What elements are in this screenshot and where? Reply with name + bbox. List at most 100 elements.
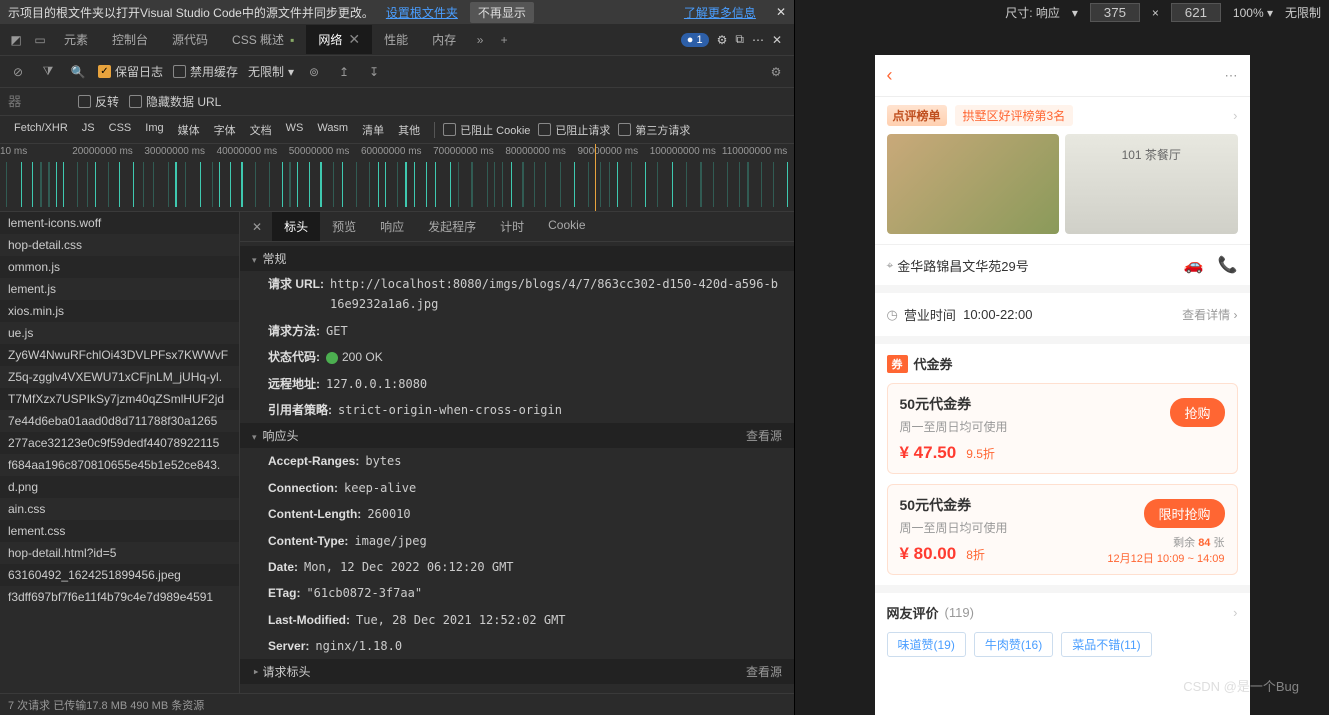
- request-row[interactable]: 7e44d6eba01aad0d8d711788f30a1265: [0, 410, 239, 432]
- request-row[interactable]: 277ace32123e0c9f59dedf44078922115: [0, 432, 239, 454]
- set-root-link[interactable]: 设置根文件夹: [386, 4, 458, 21]
- request-row[interactable]: ain.css: [0, 498, 239, 520]
- address-row[interactable]: ⌖ 金华路锦昌文华苑29号 🚗 📞: [875, 244, 1250, 293]
- hide-button[interactable]: 不再显示: [470, 2, 534, 23]
- stop-record-icon[interactable]: ⊘: [8, 62, 28, 82]
- request-row[interactable]: Zy6W4NwuRFchlOi43DVLPFsx7KWWvF: [0, 344, 239, 366]
- request-row[interactable]: T7MfXzx7USPIkSy7jzm40qZSmlHUF2jd: [0, 388, 239, 410]
- type-JS[interactable]: JS: [76, 120, 101, 140]
- type-其他[interactable]: 其他: [392, 120, 426, 140]
- preserve-log-checkbox[interactable]: 保留日志: [98, 63, 163, 80]
- review-tag[interactable]: 菜品不错(11): [1061, 632, 1151, 657]
- buy-button[interactable]: 限时抢购: [1144, 499, 1224, 528]
- hide-data-url-checkbox[interactable]: 隐藏数据 URL: [129, 93, 221, 110]
- request-row[interactable]: ommon.js: [0, 256, 239, 278]
- type-Fetch/XHR[interactable]: Fetch/XHR: [8, 120, 74, 140]
- settings-gear-icon[interactable]: ⚙: [766, 62, 786, 82]
- request-row[interactable]: f3dff697bf7f6e11f4b79c4e7d989e4591: [0, 586, 239, 608]
- request-row[interactable]: hop-detail.css: [0, 234, 239, 256]
- review-tag[interactable]: 味道赞(19): [887, 632, 966, 657]
- download-icon[interactable]: ↧: [364, 62, 384, 82]
- request-list[interactable]: lement-icons.woffhop-detail.cssommon.jsl…: [0, 212, 240, 693]
- request-row[interactable]: 63160492_1624251899456.jpeg: [0, 564, 239, 586]
- tab-性能[interactable]: 性能: [372, 25, 420, 54]
- preview-header: 尺寸: 响应▾ × 100% ▾ 无限制: [795, 0, 1329, 25]
- view-detail-link[interactable]: 查看详情 ›: [1182, 306, 1237, 323]
- more-icon[interactable]: ⋯: [1225, 68, 1238, 84]
- coupon-card[interactable]: 50元代金券周一至周日均可使用¥ 80.008折限时抢购剩余 84 张12月12…: [887, 484, 1238, 575]
- phone-icon[interactable]: 📞: [1218, 255, 1238, 275]
- request-row[interactable]: f684aa196c870810655e45b1e52ce843.: [0, 454, 239, 476]
- gallery[interactable]: 101 茶餐厅: [875, 134, 1250, 244]
- throttle-select[interactable]: 无限制: [1285, 4, 1321, 21]
- tab-元素[interactable]: 元素: [52, 25, 100, 54]
- back-icon[interactable]: ‹: [887, 65, 893, 86]
- coupon-card[interactable]: 50元代金券周一至周日均可使用¥ 47.509.5折抢购: [887, 383, 1238, 474]
- detail-tab-Cookie[interactable]: Cookie: [536, 212, 597, 241]
- close-icon[interactable]: ✕: [776, 5, 786, 19]
- inspect-icon[interactable]: ◩: [4, 28, 28, 52]
- type-Wasm[interactable]: Wasm: [311, 120, 354, 140]
- request-row[interactable]: Z5q-zgglv4VXEWU71xCFjnLM_jUHq-yl.: [0, 366, 239, 388]
- tab-CSS 概述[interactable]: CSS 概述▪: [220, 25, 306, 54]
- height-input[interactable]: [1171, 3, 1221, 22]
- rank-row[interactable]: 点评榜单 拱墅区好评榜第3名 ›: [875, 97, 1250, 134]
- tab-网络[interactable]: 网络✕: [306, 25, 372, 54]
- invert-checkbox[interactable]: 反转: [78, 93, 119, 110]
- request-row[interactable]: hop-detail.html?id=5: [0, 542, 239, 564]
- request-row[interactable]: ue.js: [0, 322, 239, 344]
- throttle-select[interactable]: 无限制 ▾: [248, 63, 294, 80]
- type-CSS[interactable]: CSS: [103, 120, 138, 140]
- type-Img[interactable]: Img: [139, 120, 169, 140]
- more-tabs-icon[interactable]: »: [468, 28, 492, 52]
- request-row[interactable]: d.png: [0, 476, 239, 498]
- close-devtools-icon[interactable]: ✕: [772, 33, 782, 47]
- close-detail-icon[interactable]: ✕: [244, 220, 270, 234]
- request-headers-section[interactable]: 请求标头查看源: [240, 659, 794, 684]
- gallery-img-2[interactable]: 101 茶餐厅: [1065, 134, 1238, 234]
- detail-tab-计时[interactable]: 计时: [488, 212, 536, 241]
- car-icon[interactable]: 🚗: [1184, 255, 1204, 275]
- type-文档[interactable]: 文档: [244, 120, 278, 140]
- review-tag[interactable]: 牛肉赞(16): [974, 632, 1053, 657]
- request-row[interactable]: xios.min.js: [0, 300, 239, 322]
- hours-row[interactable]: ◷ 营业时间 10:00-22:00 查看详情 ›: [875, 293, 1250, 344]
- tab-内存[interactable]: 内存: [420, 25, 468, 54]
- kebab-icon[interactable]: ⋯: [752, 33, 764, 47]
- type-清单[interactable]: 清单: [356, 120, 390, 140]
- reviews-header[interactable]: 网友评价 (119) ›: [875, 585, 1250, 632]
- tab-控制台[interactable]: 控制台: [100, 25, 160, 54]
- zoom-select[interactable]: 100% ▾: [1233, 6, 1273, 20]
- width-input[interactable]: [1090, 3, 1140, 22]
- issues-badge[interactable]: ● 1: [681, 33, 709, 47]
- type-媒体[interactable]: 媒体: [172, 120, 206, 140]
- upload-icon[interactable]: ↥: [334, 62, 354, 82]
- detail-tab-响应[interactable]: 响应: [368, 212, 416, 241]
- type-字体[interactable]: 字体: [208, 120, 242, 140]
- wifi-icon[interactable]: ⊚: [304, 62, 324, 82]
- dock-icon[interactable]: ⧉: [735, 32, 744, 47]
- request-row[interactable]: lement.js: [0, 278, 239, 300]
- detail-tab-预览[interactable]: 预览: [320, 212, 368, 241]
- add-tab-icon[interactable]: +: [492, 28, 516, 52]
- detail-tab-发起程序[interactable]: 发起程序: [416, 212, 488, 241]
- chevron-right-icon: ›: [1233, 108, 1237, 123]
- disable-cache-checkbox[interactable]: 禁用缓存: [173, 63, 238, 80]
- filter-icon[interactable]: ⧩: [38, 62, 58, 82]
- tab-源代码[interactable]: 源代码: [160, 25, 220, 54]
- gallery-img-1[interactable]: [887, 134, 1060, 234]
- settings-icon[interactable]: ⚙: [717, 33, 728, 47]
- filter-input[interactable]: [8, 94, 68, 109]
- learn-more-link[interactable]: 了解更多信息: [684, 4, 756, 21]
- response-headers-section[interactable]: 响应头查看源: [240, 423, 794, 448]
- view-source-link[interactable]: 查看源: [746, 427, 782, 444]
- detail-tab-标头[interactable]: 标头: [272, 212, 320, 241]
- search-icon[interactable]: 🔍: [68, 62, 88, 82]
- type-WS[interactable]: WS: [280, 120, 310, 140]
- buy-button[interactable]: 抢购: [1170, 398, 1224, 427]
- device-icon[interactable]: ▭: [28, 28, 52, 52]
- request-row[interactable]: lement-icons.woff: [0, 212, 239, 234]
- timeline[interactable]: 10 ms20000000 ms30000000 ms40000000 ms50…: [0, 144, 794, 212]
- request-row[interactable]: lement.css: [0, 520, 239, 542]
- general-section[interactable]: 常规: [240, 246, 794, 271]
